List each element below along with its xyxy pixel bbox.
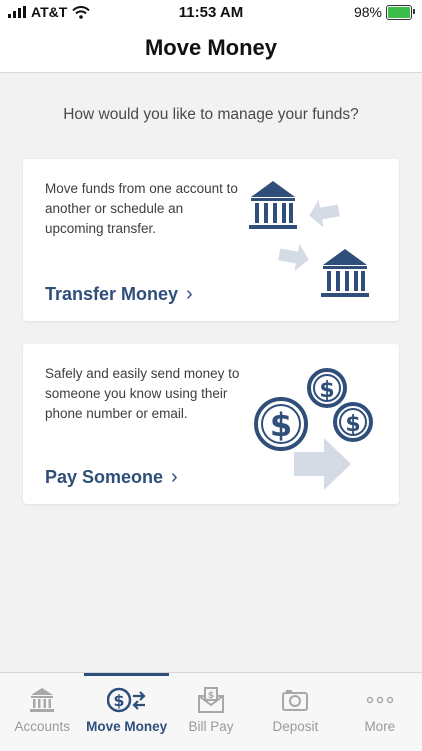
svg-text:$: $ [319, 378, 334, 403]
move-money-icon: $ [106, 687, 146, 713]
tab-more-label: More [364, 719, 396, 734]
nav-header: Move Money [0, 26, 422, 73]
chevron-right-icon: › [171, 466, 178, 488]
battery-icon [386, 4, 415, 20]
pay-someone-card[interactable]: Safely and easily send money to someone … [23, 344, 399, 504]
pay-someone-label: Pay Someone [45, 467, 164, 487]
tab-move-money[interactable]: $ Move Money [84, 673, 170, 751]
more-dots-icon [366, 696, 394, 704]
status-right: 98% [353, 4, 415, 20]
bank-transfer-illustration [249, 181, 369, 297]
status-bar: AT&T 11:53 AM 98% [0, 0, 422, 26]
transfer-money-link[interactable]: Transfer Money › [45, 283, 193, 306]
chevron-right-icon: › [186, 283, 193, 305]
tab-accounts[interactable]: Accounts [0, 673, 84, 751]
tab-bill-pay-label: Bill Pay [188, 719, 234, 734]
svg-text:$: $ [208, 691, 214, 701]
bank-icon [30, 688, 55, 712]
tab-bar: Accounts $ Move Money $ Bill Pay Deposit… [0, 672, 422, 751]
pay-someone-link[interactable]: Pay Someone › [45, 466, 178, 489]
svg-text:$: $ [113, 691, 124, 710]
send-money-illustration: $ $ $ [254, 368, 373, 490]
svg-text:$: $ [345, 412, 360, 437]
battery-percent: 98% [353, 4, 382, 20]
prompt-text: How would you like to manage your funds? [63, 106, 359, 123]
transfer-money-label: Transfer Money [45, 284, 179, 304]
tab-move-money-label: Move Money [86, 719, 168, 734]
tab-more[interactable]: More [338, 673, 422, 751]
tab-deposit-label: Deposit [272, 719, 319, 734]
transfer-description: Move funds from one account to another o… [45, 181, 238, 236]
tab-accounts-label: Accounts [14, 719, 70, 734]
tab-bill-pay[interactable]: $ Bill Pay [169, 673, 253, 751]
tab-deposit[interactable]: Deposit [253, 673, 337, 751]
bill-envelope-icon: $ [198, 687, 225, 713]
page-title: Move Money [144, 35, 278, 60]
transfer-money-card[interactable]: Move funds from one account to another o… [23, 159, 399, 321]
svg-text:$: $ [270, 406, 292, 444]
pay-description: Safely and easily send money to someone … [45, 366, 240, 421]
camera-icon [282, 690, 309, 711]
